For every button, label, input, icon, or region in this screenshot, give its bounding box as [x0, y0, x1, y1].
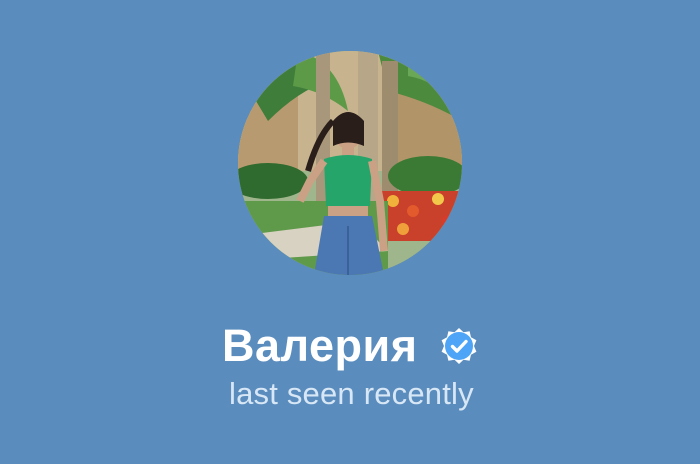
profile-header: Валерия last seen recently	[0, 0, 700, 464]
name-row: Валерия	[222, 318, 479, 374]
last-seen-status: last seen recently	[229, 376, 474, 411]
avatar-photo	[238, 51, 462, 275]
profile-avatar[interactable]	[238, 51, 462, 275]
verified-check-icon	[439, 326, 479, 366]
profile-name: Валерия	[222, 320, 418, 371]
